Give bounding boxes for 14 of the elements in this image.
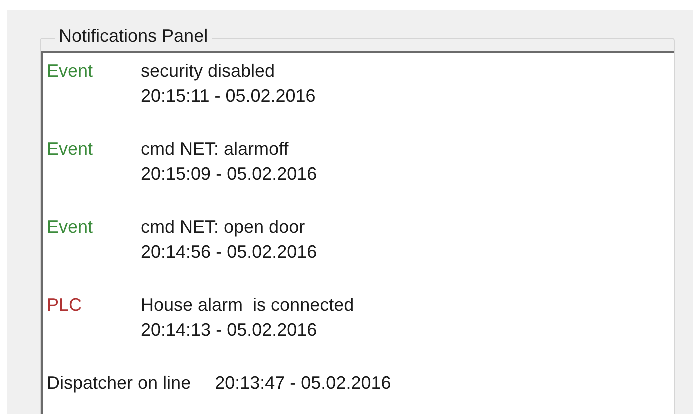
- timestamp: 20:13:47 - 05.02.2016: [215, 372, 392, 395]
- status-text: Dispatcher on line: [47, 372, 192, 395]
- message-text: cmd NET: alarmoff: [141, 138, 290, 161]
- message-text: security disabled: [141, 60, 276, 83]
- source-label: Event: [47, 138, 94, 161]
- timestamp: 20:14:56 - 05.02.2016: [141, 241, 318, 264]
- timestamp: 20:15:11 - 05.02.2016: [141, 85, 316, 108]
- source-label: Event: [47, 216, 94, 239]
- source-label: PLC: [47, 294, 84, 317]
- message-text: cmd NET: open door: [141, 216, 306, 239]
- source-label: Event: [47, 60, 94, 83]
- timestamp: 20:15:09 - 05.02.2016: [141, 163, 318, 186]
- message-text: House alarm is connected: [141, 294, 354, 317]
- timestamp: 20:14:13 - 05.02.2016: [141, 319, 318, 342]
